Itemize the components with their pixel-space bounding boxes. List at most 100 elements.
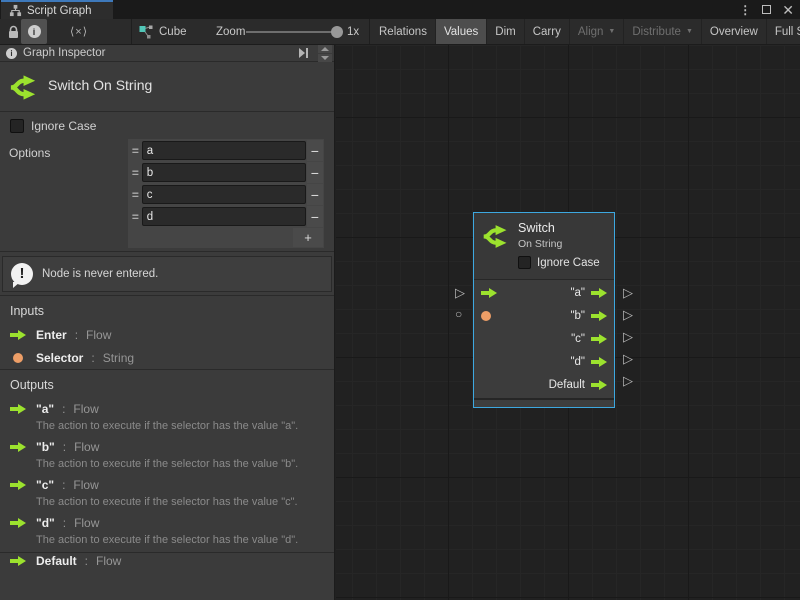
option-input-c[interactable] — [142, 185, 306, 204]
dock-panel-icon[interactable] — [299, 48, 308, 58]
window-maximize-button[interactable] — [762, 5, 771, 14]
option-input-d[interactable] — [142, 207, 306, 226]
remove-option-button[interactable]: − — [307, 184, 323, 205]
node-ignore-case-checkbox[interactable] — [518, 256, 531, 269]
option-input-a[interactable] — [142, 141, 306, 160]
pin-description: The action to execute if the selector ha… — [36, 496, 324, 508]
port-label-a: "a" — [570, 287, 585, 299]
dim-button[interactable]: Dim — [487, 19, 524, 44]
drag-handle-icon[interactable]: = — [129, 144, 142, 158]
inputs-section: Inputs Enter : Flow Selector : String — [0, 296, 334, 370]
pin-type: Flow — [74, 440, 99, 454]
code-icon: ⟨×⟩ — [70, 25, 88, 38]
ignore-case-label: Ignore Case — [31, 119, 96, 133]
drag-handle-icon[interactable]: = — [129, 188, 142, 202]
flow-arrow-icon — [10, 404, 26, 414]
flow-arrow-icon — [10, 518, 26, 528]
inspector-toggle-button[interactable]: i — [21, 19, 47, 44]
options-list: = − = − = − = − — [128, 139, 324, 248]
output-port-a[interactable]: ▷ — [623, 286, 633, 299]
drag-handle-icon[interactable]: = — [129, 210, 142, 224]
chevron-down-icon: ▼ — [608, 28, 615, 35]
port-label-b: "b" — [570, 310, 585, 322]
inspector-node-title: Switch On String — [48, 77, 152, 93]
node-title: Switch — [518, 221, 555, 235]
scroll-down-button[interactable] — [318, 54, 332, 62]
option-input-b[interactable] — [142, 163, 306, 182]
warning-text: Node is never entered. — [42, 268, 158, 280]
pin-description: The action to execute if the selector ha… — [36, 534, 324, 546]
flow-arrow-icon — [591, 334, 607, 344]
drag-handle-icon[interactable]: = — [129, 166, 142, 180]
switch-icon — [482, 222, 511, 251]
toolbar-divider — [369, 19, 370, 44]
output-port-b[interactable]: ▷ — [623, 308, 633, 321]
window-close-button[interactable]: ✕ — [782, 5, 794, 15]
values-button[interactable]: Values — [436, 19, 487, 44]
tab-script-graph[interactable]: Script Graph — [1, 0, 113, 19]
enter-port[interactable]: ▷ — [455, 286, 465, 299]
switch-on-string-node[interactable]: ▷ ○ ▷ ▷ ▷ ▷ ▷ Switch On String Ignore Ca… — [473, 212, 615, 408]
graph-owner-icon — [139, 25, 153, 39]
warning-section: ! Node is never entered. — [0, 252, 334, 296]
pin-name: "d" — [36, 516, 55, 530]
full-screen-button[interactable]: Full Screen — [767, 19, 800, 44]
port-row: Default — [474, 374, 614, 397]
ignore-case-checkbox[interactable] — [10, 119, 24, 133]
remove-option-button[interactable]: − — [307, 140, 323, 161]
flow-arrow-icon — [591, 380, 607, 390]
input-row-enter: Enter : Flow — [10, 328, 324, 342]
remove-option-button[interactable]: − — [307, 162, 323, 183]
zoom-value: 1x — [347, 19, 359, 44]
panel-scroll-spinner — [318, 45, 332, 62]
toolbar-divider — [131, 19, 132, 44]
carry-button[interactable]: Carry — [525, 19, 570, 44]
add-option-button[interactable]: + — [293, 228, 323, 247]
flow-arrow-icon — [10, 480, 26, 490]
code-view-button[interactable]: ⟨×⟩ — [70, 19, 88, 44]
remove-option-button[interactable]: − — [307, 206, 323, 227]
port-row: "c" — [474, 327, 614, 350]
flow-arrow-icon — [591, 288, 607, 298]
output-port-c[interactable]: ▷ — [623, 330, 633, 343]
selector-port[interactable]: ○ — [455, 308, 462, 321]
relations-button[interactable]: Relations — [371, 19, 436, 44]
graph-inspector-panel: i Graph Inspector Switch On String Ig — [0, 45, 335, 600]
window-controls: ⋮ ✕ — [739, 0, 794, 19]
port-label-d: "d" — [570, 356, 585, 368]
zoom-slider[interactable] — [246, 31, 341, 33]
pin-name: Enter — [36, 328, 67, 342]
pin-description: The action to execute if the selector ha… — [36, 458, 324, 470]
graph-canvas[interactable]: ▷ ○ ▷ ▷ ▷ ▷ ▷ Switch On String Ignore Ca… — [336, 45, 800, 600]
zoom-slider-handle[interactable] — [331, 26, 343, 38]
output-row-b: "b" : Flow — [10, 440, 324, 454]
info-icon: i — [6, 48, 17, 59]
node-footer — [474, 398, 614, 407]
graph-target-button[interactable]: Cube — [139, 19, 187, 44]
align-button[interactable]: Align▼ — [570, 19, 625, 44]
outputs-section: Outputs "a" : Flow The action to execute… — [0, 370, 334, 553]
output-row-a: "a" : Flow — [10, 402, 324, 416]
window-menu-button[interactable]: ⋮ — [739, 3, 751, 17]
graph-target-label: Cube — [159, 26, 187, 38]
pin-name: Selector — [36, 351, 83, 365]
option-row: = − — [129, 184, 323, 205]
graph-icon — [9, 4, 22, 17]
inspector-node-titleblock: Switch On String — [0, 62, 334, 112]
output-port-d[interactable]: ▷ — [623, 352, 633, 365]
scroll-up-button[interactable] — [318, 45, 332, 53]
inspector-title: Graph Inspector — [23, 47, 293, 59]
overview-button[interactable]: Overview — [702, 19, 767, 44]
pin-type: String — [103, 351, 134, 365]
warning-icon: ! — [11, 263, 33, 285]
node-header[interactable]: Switch On String Ignore Case — [474, 213, 614, 280]
flow-arrow-icon — [591, 311, 607, 321]
distribute-button[interactable]: Distribute▼ — [624, 19, 702, 44]
inspector-header: i Graph Inspector — [0, 45, 334, 62]
info-icon: i — [28, 25, 41, 38]
flow-arrow-icon — [10, 330, 26, 340]
output-port-default[interactable]: ▷ — [623, 374, 633, 387]
port-row: "a" — [474, 281, 614, 304]
pin-description: The action to execute if the selector ha… — [36, 420, 324, 432]
port-row: "d" — [474, 351, 614, 374]
